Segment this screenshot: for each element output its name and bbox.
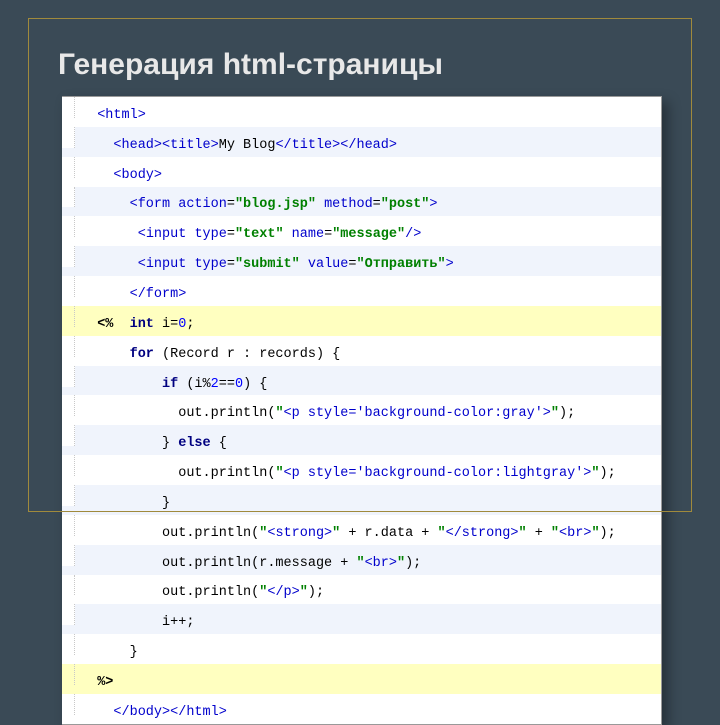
slide-title: Генерация html-страницы — [58, 48, 692, 82]
code-block: <html> <head><title>My Blog</title></hea… — [62, 96, 662, 725]
slide: Генерация html-страницы <html> <head><ti… — [0, 0, 720, 540]
